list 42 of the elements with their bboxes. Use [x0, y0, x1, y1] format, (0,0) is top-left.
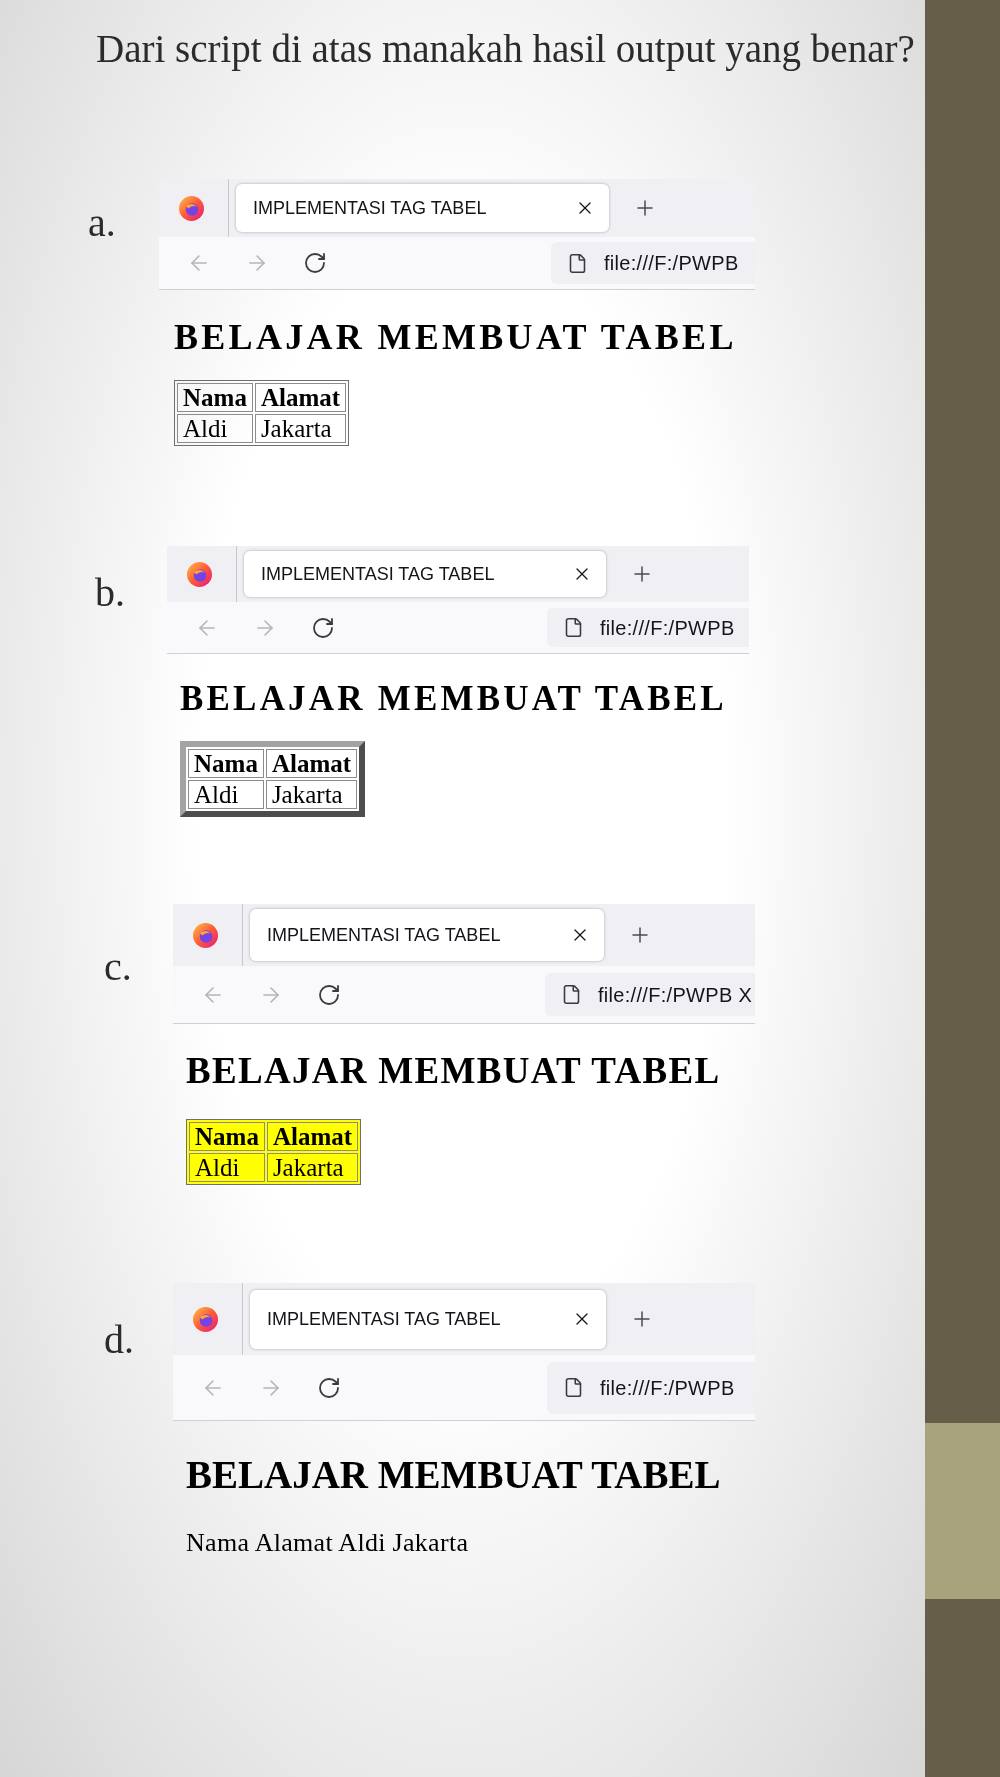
file-icon	[561, 984, 582, 1005]
table-header-cell: Alamat	[266, 1122, 359, 1151]
table-cell: Aldi	[177, 414, 253, 443]
table-header-cell: Alamat	[254, 383, 347, 412]
browser-logo-icon	[187, 561, 212, 587]
browser-tab[interactable]: IMPLEMENTASI TAG TABEL	[236, 184, 609, 232]
page-heading: BELAJAR MEMBUAT TABEL	[174, 319, 737, 355]
page-heading: BELAJAR MEMBUAT TABEL	[186, 1455, 721, 1494]
reload-icon	[311, 615, 335, 640]
url-field[interactable]: file:///F:/PWPB X	[545, 973, 755, 1016]
option-label: a.	[88, 201, 117, 245]
url-field[interactable]: file:///F:/PWPB	[547, 608, 749, 647]
file-icon	[567, 252, 588, 274]
url-field[interactable]: file:///F:/PWPB	[551, 242, 755, 284]
browser-tab[interactable]: IMPLEMENTASI TAG TABEL	[244, 551, 606, 597]
table-header-cell: Alamat	[265, 749, 358, 778]
page-heading: BELAJAR MEMBUAT TABEL	[180, 681, 727, 716]
browser-tab[interactable]: IMPLEMENTASI TAG TABEL	[250, 909, 604, 961]
reload-icon	[303, 251, 327, 275]
output-text: Nama Alamat Aldi Jakarta	[186, 1530, 469, 1556]
option-label: c.	[104, 945, 133, 989]
table-cell: Aldi	[188, 780, 264, 809]
option-label: b.	[95, 571, 126, 615]
file-icon	[563, 617, 584, 638]
table-header-cell: Nama	[188, 749, 264, 778]
browser-tab[interactable]: IMPLEMENTASI TAG TABEL	[250, 1289, 606, 1349]
browser-logo-icon	[193, 1306, 218, 1332]
table-cell: Aldi	[189, 1153, 265, 1182]
table-header-cell: Nama	[189, 1122, 265, 1151]
page-heading: BELAJAR MEMBUAT TABEL	[186, 1052, 721, 1089]
table-cell: Jakarta	[265, 780, 358, 809]
file-icon	[563, 1377, 584, 1398]
browser-logo-icon	[179, 195, 204, 221]
table-header-cell: Nama	[177, 383, 253, 412]
table-cell: Jakarta	[266, 1153, 359, 1182]
table-cell: Jakarta	[254, 414, 347, 443]
question-text: Dari script di atas manakah hasil output yang benar?	[96, 27, 916, 71]
browser-logo-icon	[193, 922, 218, 948]
reload-icon	[317, 1375, 341, 1400]
url-field[interactable]: file:///F:/PWPB	[547, 1361, 755, 1414]
option-label: d.	[104, 1318, 135, 1362]
reload-icon	[317, 982, 341, 1007]
